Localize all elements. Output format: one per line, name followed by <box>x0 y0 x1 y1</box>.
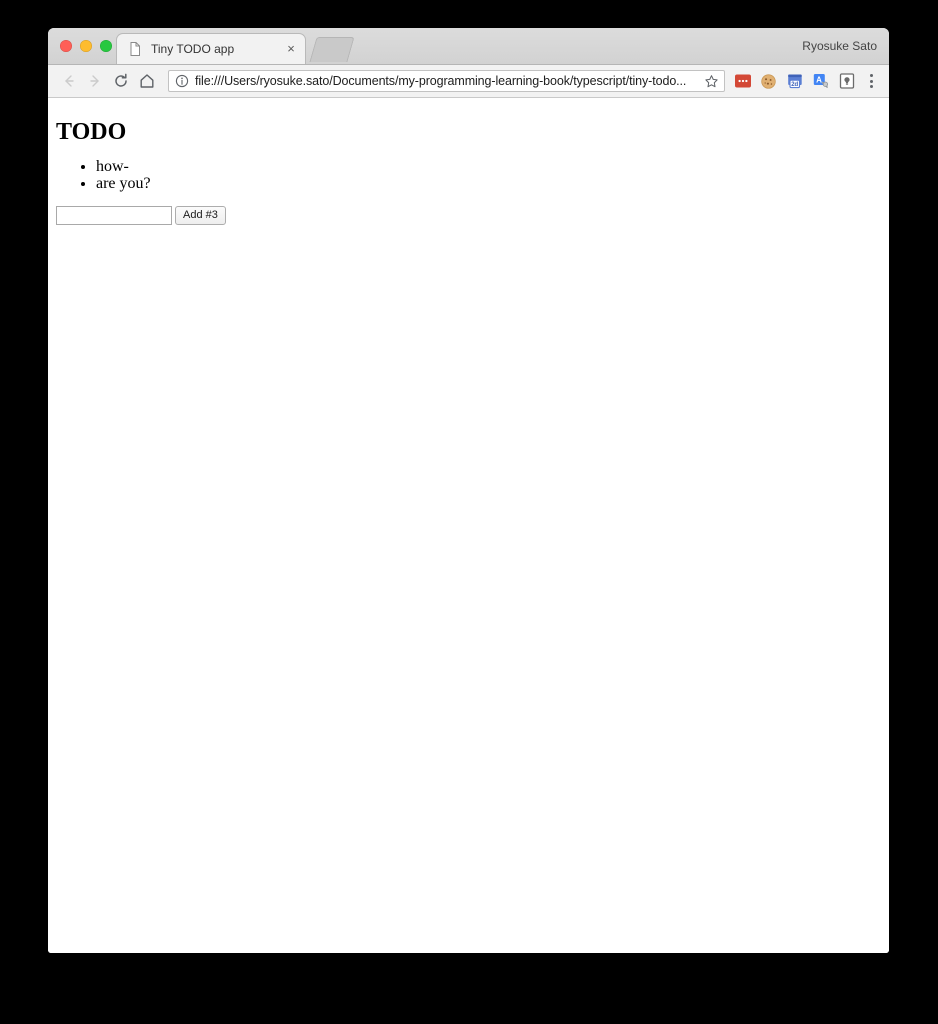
window-resizer-icon[interactable]: 2d <box>785 72 804 91</box>
menu-dot <box>869 74 873 77</box>
document-icon <box>127 41 143 57</box>
browser-window: Tiny TODO app × Ryosuke Sato file:///Use… <box>48 28 889 953</box>
minimize-window-button[interactable] <box>80 40 92 52</box>
menu-dot <box>869 85 873 88</box>
add-todo-form: Add #3 <box>56 206 881 225</box>
todo-text-input[interactable] <box>56 206 172 225</box>
maximize-window-button[interactable] <box>100 40 112 52</box>
page-title: TODO <box>56 119 127 145</box>
address-bar[interactable]: file:///Users/ryosuke.sato/Documents/my-… <box>168 70 725 92</box>
close-window-button[interactable] <box>60 40 72 52</box>
reload-button[interactable] <box>108 68 134 94</box>
add-todo-button[interactable]: Add #3 <box>175 206 226 225</box>
tab-strip: Tiny TODO app × Ryosuke Sato <box>48 28 889 65</box>
todo-list: how- are you? <box>56 158 881 193</box>
lastpass-icon[interactable] <box>733 72 752 91</box>
chrome-menu-button[interactable] <box>861 69 881 93</box>
extension-icons: 2d A <box>733 72 856 91</box>
home-button[interactable] <box>134 68 160 94</box>
tab-title: Tiny TODO app <box>151 42 235 56</box>
svg-text:A: A <box>816 76 822 85</box>
shield-icon[interactable] <box>837 72 856 91</box>
address-bar-url: file:///Users/ryosuke.sato/Documents/my-… <box>195 74 687 88</box>
profile-name-label[interactable]: Ryosuke Sato <box>802 38 877 54</box>
list-item: are you? <box>96 175 881 193</box>
window-resizer-badge: 2d <box>791 82 798 88</box>
window-controls <box>60 40 112 52</box>
forward-button[interactable] <box>82 68 108 94</box>
browser-toolbar: file:///Users/ryosuke.sato/Documents/my-… <box>48 65 889 98</box>
new-tab-button[interactable] <box>309 37 355 62</box>
info-icon[interactable] <box>175 74 189 88</box>
cookie-icon[interactable] <box>759 72 778 91</box>
list-item: how- <box>96 158 881 176</box>
close-tab-button[interactable]: × <box>283 41 299 57</box>
menu-dot <box>869 79 873 83</box>
page-viewport: TODO how- are you? Add #3 <box>48 98 889 953</box>
tab-tiny-todo-app[interactable]: Tiny TODO app × <box>116 33 306 64</box>
back-button[interactable] <box>56 68 82 94</box>
translate-icon[interactable]: A <box>811 72 830 91</box>
star-icon[interactable] <box>702 74 720 89</box>
